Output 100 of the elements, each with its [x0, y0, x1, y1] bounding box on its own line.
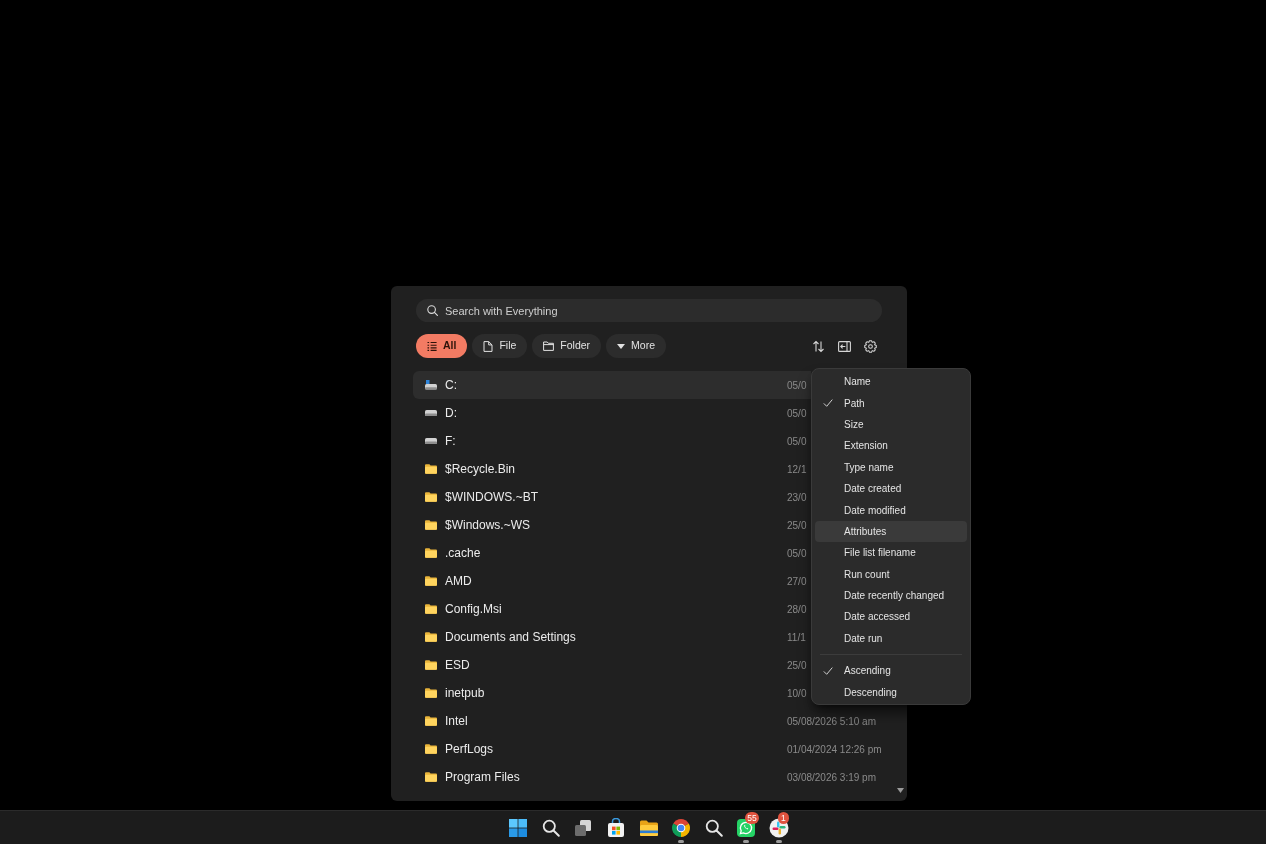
file-list-row[interactable]: Program Files 03/08/2026 3:19 pm — [413, 763, 885, 791]
system-drive-icon — [425, 380, 437, 390]
folder-icon — [425, 604, 437, 614]
drive-icon — [425, 410, 437, 416]
search-icon — [427, 305, 438, 316]
file-list-row[interactable]: Documents and Settings 11/1 — [413, 623, 811, 651]
folder-icon — [425, 520, 437, 530]
file-name: PerfLogs — [445, 741, 494, 758]
menu-item[interactable]: Extension — [815, 435, 967, 457]
filter-tab[interactable]: Folder — [532, 334, 602, 358]
file-list-row[interactable]: F: 05/0 — [413, 427, 811, 455]
four-squares-icon[interactable] — [508, 817, 529, 838]
stacked-squares-icon[interactable] — [573, 817, 594, 838]
file-list-row[interactable]: AMD 27/0 — [413, 567, 811, 595]
ring-logo-icon[interactable] — [671, 817, 692, 838]
filter-tab[interactable]: All — [416, 334, 468, 358]
file-name: inetpub — [445, 685, 485, 702]
file-list-row[interactable]: $Recycle.Bin 12/1 — [413, 455, 811, 483]
folder-icon — [425, 548, 437, 558]
menu-item[interactable]: Run count — [815, 563, 967, 585]
file-name: .cache — [445, 545, 481, 562]
date-text: 25/0 — [787, 518, 807, 533]
sort-button[interactable] — [812, 339, 825, 353]
menu-item[interactable]: Date accessed — [815, 606, 967, 628]
chat-bubble-icon[interactable] — [736, 817, 757, 838]
folder-icon — [425, 492, 437, 502]
notification-count: 1 — [777, 811, 789, 824]
settings-icon — [864, 339, 877, 353]
file-list-row[interactable]: $Windows.~WS 25/0 — [413, 511, 811, 539]
file-name: AMD — [445, 573, 472, 590]
date-text: 05/08/2026 5:10 am — [787, 714, 876, 729]
caret-icon — [617, 343, 626, 349]
drive-icon — [425, 438, 437, 444]
date-text: 03/08/2026 3:19 pm — [787, 770, 876, 785]
shopping-bag-icon[interactable] — [605, 817, 626, 838]
folder-icon — [543, 341, 555, 351]
date-text: 28/0 — [787, 602, 807, 617]
folder-icon — [425, 632, 437, 642]
date-text: 12/1 — [787, 462, 807, 477]
folder-icon — [425, 464, 437, 474]
date-text: 01/04/2024 12:26 pm — [787, 742, 882, 757]
file-name: Config.Msi — [445, 601, 502, 618]
file-name: $Recycle.Bin — [445, 461, 516, 478]
filter-tab[interactable]: More — [606, 334, 667, 358]
date-text: 05/0 — [787, 378, 807, 393]
search-field[interactable]: Search with Everything — [416, 299, 882, 322]
file-list-row[interactable]: inetpub 10/0 — [413, 679, 811, 707]
date-text: 11/1 — [787, 630, 806, 645]
filter-tab[interactable]: File — [472, 334, 528, 358]
file-list-row[interactable]: C: 05/0 — [413, 371, 811, 399]
file-icon — [483, 340, 494, 352]
file-name: F: — [445, 433, 456, 450]
file-name: C: — [445, 377, 457, 394]
folder-icon — [425, 576, 437, 586]
file-name: Documents and Settings — [445, 629, 576, 646]
file-list-row[interactable]: $WINDOWS.~BT 23/0 — [413, 483, 811, 511]
menu-item[interactable]: Size — [815, 413, 967, 436]
menu-item[interactable]: Date run — [815, 627, 967, 650]
panel-toggle-button[interactable] — [838, 340, 851, 352]
search-icon[interactable] — [540, 817, 561, 838]
menu-item[interactable]: File list filename — [815, 542, 967, 564]
settings-button[interactable] — [864, 339, 877, 353]
folder-icon — [425, 772, 437, 782]
panel-toggle-icon — [838, 340, 851, 352]
file-list-row[interactable]: .cache 05/0 — [413, 539, 811, 567]
file-list-row[interactable]: PerfLogs 01/04/2024 12:26 pm — [413, 735, 885, 763]
file-list-row[interactable]: Intel 05/08/2026 5:10 am — [413, 707, 885, 735]
menu-item[interactable]: Date recently changed — [815, 584, 967, 607]
date-text: 05/0 — [787, 546, 807, 561]
file-name: Program Files — [445, 769, 520, 786]
file-list-row[interactable]: D: 05/0 — [413, 399, 811, 427]
sort-icon — [812, 339, 825, 353]
scroll-down-arrow-icon[interactable] — [897, 788, 904, 793]
file-name: $Windows.~WS — [445, 517, 531, 534]
file-name: D: — [445, 405, 457, 422]
date-text: 05/0 — [787, 406, 807, 421]
date-text: 05/0 — [787, 434, 807, 449]
folder-icon — [425, 660, 437, 670]
list-icon — [427, 341, 437, 351]
file-name: ESD — [445, 657, 470, 674]
menu-item[interactable]: Descending — [815, 681, 967, 703]
date-text: 25/0 — [787, 658, 807, 673]
menu-item[interactable]: Ascending — [815, 660, 967, 682]
date-text: 23/0 — [787, 490, 807, 505]
folder-icon — [425, 688, 437, 698]
date-text: 10/0 — [787, 686, 807, 701]
search-icon[interactable] — [703, 817, 724, 838]
menu-item[interactable]: Attributes — [815, 520, 967, 543]
folder-icon — [425, 716, 437, 726]
menu-item[interactable]: Type name — [815, 456, 967, 478]
file-name: Intel — [445, 713, 468, 730]
folder-icon — [425, 744, 437, 754]
file-list-row[interactable]: Config.Msi 28/0 — [413, 595, 811, 623]
notification-count: 55 — [745, 811, 759, 824]
menu-item[interactable]: Name — [815, 371, 967, 393]
menu-item[interactable]: Path — [815, 392, 967, 414]
menu-item[interactable]: Date modified — [815, 499, 967, 521]
file-list-row[interactable]: ESD 25/0 — [413, 651, 811, 679]
date-text: 27/0 — [787, 574, 807, 589]
menu-item[interactable]: Date created — [815, 477, 967, 500]
